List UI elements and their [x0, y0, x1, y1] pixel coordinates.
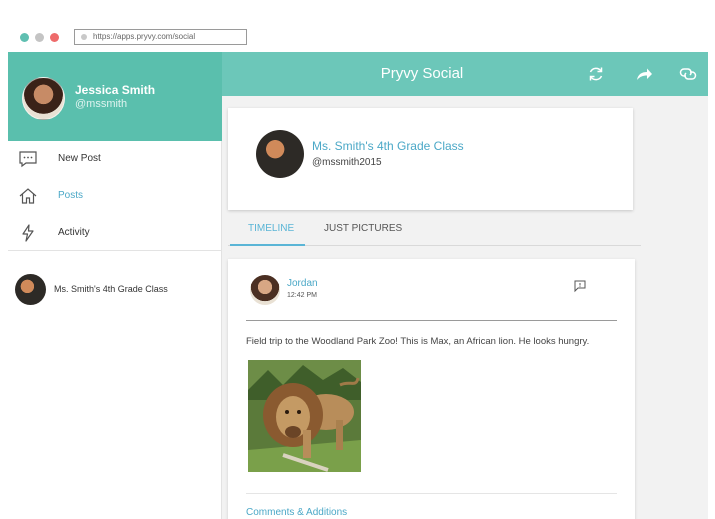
- tab-just-pictures[interactable]: JUST PICTURES: [324, 223, 402, 234]
- sidebar-item-posts[interactable]: Posts: [8, 180, 222, 212]
- home-icon: [19, 188, 37, 204]
- link-icon[interactable]: [678, 64, 698, 84]
- app-title: Pryvy Social: [380, 65, 464, 82]
- sidebar: Jessica Smith @mssmith New Post Posts Ac…: [8, 52, 222, 519]
- group-name[interactable]: Ms. Smith's 4th Grade Class: [312, 139, 464, 153]
- sidebar-item-label: New Post: [58, 153, 101, 164]
- sidebar-item-new-post[interactable]: New Post: [8, 143, 222, 175]
- refresh-icon[interactable]: [586, 64, 606, 84]
- post-text: Field trip to the Woodland Park Zoo! Thi…: [246, 336, 590, 347]
- flag-comment-icon[interactable]: [573, 279, 587, 293]
- window-dot-grey[interactable]: [35, 33, 44, 42]
- post-card: Jordan 12:42 PM Field trip to the Woodla…: [228, 259, 635, 519]
- avatar[interactable]: [250, 275, 280, 305]
- group-handle: @mssmith2015: [312, 157, 382, 168]
- address-bar[interactable]: https://apps.pryvy.com/social: [74, 29, 247, 45]
- divider: [246, 493, 617, 494]
- sidebar-item-activity[interactable]: Activity: [8, 217, 222, 249]
- sidebar-item-label: Posts: [58, 190, 84, 201]
- post-author[interactable]: Jordan: [287, 278, 318, 289]
- group-avatar[interactable]: [256, 130, 304, 178]
- active-tab-indicator: [230, 244, 305, 246]
- tab-bar: TIMELINE JUST PICTURES: [228, 212, 641, 246]
- sidebar-group-label: Ms. Smith's 4th Grade Class: [54, 284, 168, 294]
- window-dot-red[interactable]: [50, 33, 59, 42]
- profile-name: Jessica Smith: [75, 83, 156, 97]
- group-avatar: [15, 274, 46, 305]
- profile-panel[interactable]: Jessica Smith @mssmith: [8, 52, 222, 141]
- group-card: Ms. Smith's 4th Grade Class @mssmith2015: [228, 108, 633, 210]
- sidebar-item-label: Activity: [58, 227, 90, 238]
- sidebar-group-item[interactable]: Ms. Smith's 4th Grade Class: [8, 270, 222, 308]
- post-timestamp: 12:42 PM: [287, 292, 317, 299]
- browser-chrome: https://apps.pryvy.com/social: [0, 0, 715, 52]
- post-photo-lion[interactable]: [248, 360, 361, 472]
- divider: [8, 250, 222, 251]
- profile-handle: @mssmith: [75, 98, 128, 110]
- divider: [246, 320, 617, 321]
- tab-timeline[interactable]: TIMELINE: [248, 223, 294, 234]
- app-header: Pryvy Social: [222, 52, 708, 96]
- share-icon[interactable]: [634, 64, 654, 84]
- app-window: Jessica Smith @mssmith New Post Posts Ac…: [8, 52, 708, 519]
- comments-link[interactable]: Comments & Additions: [246, 507, 347, 518]
- url-text: https://apps.pryvy.com/social: [93, 32, 196, 41]
- avatar[interactable]: [22, 77, 65, 120]
- chat-bubble-icon: [19, 151, 37, 168]
- lock-icon: [81, 34, 87, 40]
- lightning-icon: [22, 224, 34, 242]
- window-dot-teal[interactable]: [20, 33, 29, 42]
